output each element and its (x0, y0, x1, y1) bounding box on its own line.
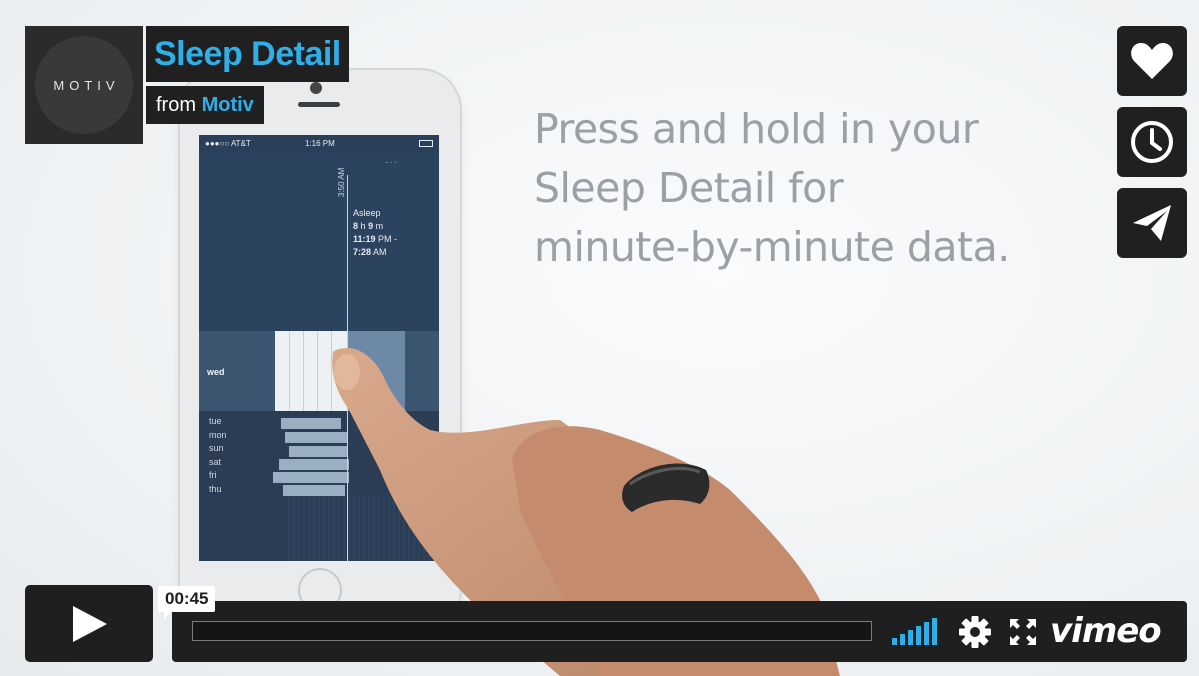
sleep-detail-header (199, 153, 439, 331)
share-button[interactable] (1117, 188, 1187, 258)
sleep-end: 7:28 AM (353, 247, 387, 257)
day-label[interactable]: tue (209, 415, 227, 429)
day-sleep-bar (281, 418, 341, 429)
overlay-caption: Press and hold in your Sleep Detail for … (534, 100, 1094, 277)
day-label[interactable]: mon (209, 429, 227, 443)
phone-screen: ●●●○○ AT&T 1:16 PM ··· 3:50 AM Asleep 8 … (199, 135, 439, 561)
day-sleep-bar (289, 446, 347, 457)
caption-line: minute-by-minute data. (534, 223, 1010, 271)
paper-plane-icon (1133, 205, 1171, 241)
video-byline: from Motiv (146, 86, 264, 124)
battery-icon (419, 140, 433, 147)
sleep-start: 11:19 PM - (353, 234, 398, 244)
day-sleep-bar (285, 432, 347, 443)
day-sleep-bar (279, 459, 349, 470)
day-sleep-bar (273, 472, 349, 483)
caption-line: Press and hold in your (534, 105, 979, 153)
like-button[interactable] (1117, 26, 1187, 96)
chart-texture (285, 497, 439, 561)
play-button[interactable] (25, 585, 153, 662)
progress-bar[interactable] (192, 621, 872, 641)
day-sleep-bar (283, 485, 345, 496)
phone-speaker (298, 102, 340, 107)
carrier-label: ●●●○○ AT&T (205, 139, 251, 148)
day-label[interactable]: fri (209, 469, 227, 483)
vimeo-logo[interactable]: vimeo (1050, 611, 1162, 651)
volume-icon[interactable] (892, 617, 940, 645)
sleep-duration: 8 h 9 m (353, 221, 384, 231)
gear-icon[interactable] (958, 615, 992, 649)
sleep-status: Asleep (353, 208, 381, 218)
phone-camera (310, 82, 322, 94)
timeline-time: 3:50 AM (337, 167, 346, 197)
logo-badge: MOTIV (35, 36, 133, 134)
sleep-segment-light (275, 331, 347, 411)
day-label[interactable]: sat (209, 456, 227, 470)
logo-text: MOTIV (53, 77, 120, 93)
timecode: 00:45 (158, 586, 216, 619)
video-title[interactable]: Sleep Detail (146, 26, 349, 82)
watch-later-button[interactable] (1117, 107, 1187, 177)
byline-prefix: from (156, 94, 196, 116)
phone-clock: 1:16 PM (305, 139, 335, 148)
heart-icon (1131, 43, 1173, 79)
day-list: tue mon sun sat fri thu (209, 415, 227, 496)
play-icon (73, 605, 107, 642)
more-icon: ··· (385, 157, 398, 168)
caption-line: Sleep Detail for (534, 164, 844, 212)
timeline-cursor[interactable] (347, 175, 348, 561)
phone-status-bar: ●●●○○ AT&T 1:16 PM (199, 135, 439, 153)
clock-icon (1131, 121, 1173, 163)
day-label[interactable]: thu (209, 483, 227, 497)
owner-link[interactable]: Motiv (202, 94, 254, 116)
sleep-segment-deep (347, 331, 405, 411)
channel-logo[interactable]: MOTIV (25, 26, 143, 144)
selected-day-label: wed (207, 367, 225, 377)
fullscreen-icon[interactable] (1008, 617, 1038, 647)
day-label[interactable]: sun (209, 442, 227, 456)
video-frame[interactable]: ●●●○○ AT&T 1:16 PM ··· 3:50 AM Asleep 8 … (0, 0, 1199, 676)
sleep-info: Asleep 8 h 9 m 11:19 PM - 7:28 AM (353, 207, 397, 259)
